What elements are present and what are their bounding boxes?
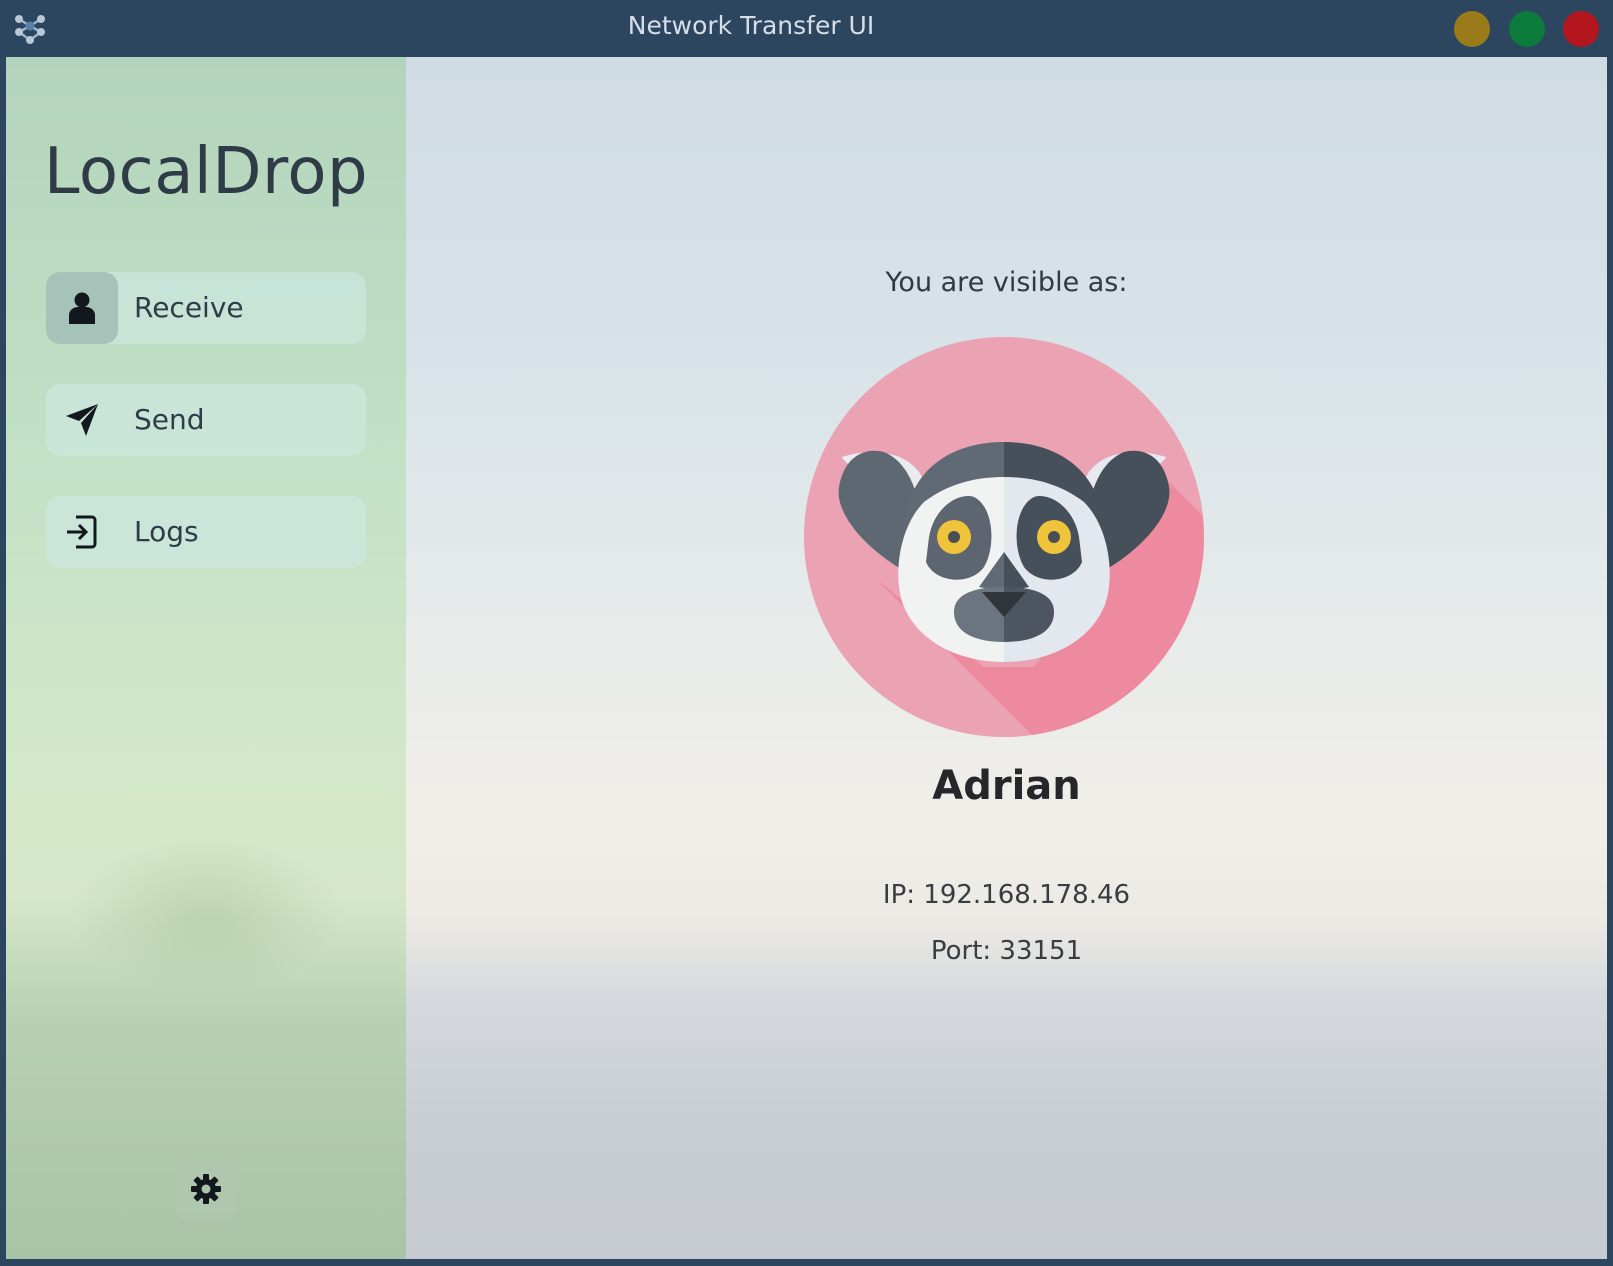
receive-icon-box — [46, 272, 118, 344]
logs-icon-box — [46, 496, 118, 568]
app-brand: LocalDrop — [43, 135, 369, 209]
sidebar-item-label: Send — [134, 403, 205, 436]
port-number: Port: 33151 — [930, 936, 1083, 966]
window-title: Network Transfer UI — [627, 11, 875, 40]
sidebar-item-logs[interactable]: Logs — [46, 496, 366, 568]
person-icon — [69, 292, 95, 324]
minimize-button[interactable] — [1454, 11, 1490, 47]
sidebar-item-label: Logs — [134, 515, 199, 548]
sidebar-item-label: Receive — [134, 291, 244, 324]
device-name: Adrian — [932, 763, 1081, 809]
ip-address: IP: 192.168.178.46 — [882, 880, 1131, 910]
close-button[interactable] — [1563, 11, 1599, 47]
maximize-button[interactable] — [1509, 11, 1545, 47]
app-content: LocalDrop Receive Send Logs You are visi… — [6, 57, 1607, 1259]
sidebar-item-receive[interactable]: Receive — [46, 272, 366, 344]
send-icon-box — [46, 384, 118, 456]
gear-icon — [191, 1174, 221, 1204]
settings-button[interactable] — [176, 1159, 236, 1219]
sidebar: LocalDrop Receive Send Logs — [6, 57, 406, 1259]
sidebar-background-glow — [66, 837, 346, 997]
visible-as-label: You are visible as: — [885, 267, 1128, 298]
app-window: Network Transfer UI LocalDrop Receive Se… — [0, 0, 1613, 1266]
main-panel: You are visible as: Adrian IP: 192.168.1… — [406, 57, 1607, 1259]
title-bar[interactable]: Network Transfer UI — [0, 0, 1613, 57]
paper-plane-icon — [66, 404, 98, 436]
lemur-avatar — [804, 337, 1204, 737]
sidebar-item-send[interactable]: Send — [46, 384, 366, 456]
login-icon — [67, 515, 97, 549]
